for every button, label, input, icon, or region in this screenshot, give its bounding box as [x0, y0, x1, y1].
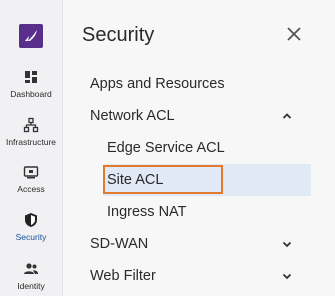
- rail-item-label: Access: [17, 184, 45, 194]
- menu-item-web-filter[interactable]: Web Filter: [63, 260, 335, 292]
- rail-item-infrastructure[interactable]: Infrastructure: [0, 117, 62, 147]
- logo-icon: [25, 30, 37, 41]
- rail-item-identity[interactable]: Identity: [0, 261, 62, 291]
- shield-icon: [25, 213, 37, 227]
- menu-item-ingress-nat[interactable]: Ingress NAT: [63, 196, 335, 228]
- left-nav-rail: Dashboard Infrastructure Access Security: [0, 0, 63, 296]
- menu-item-label: Apps and Resources: [90, 76, 225, 92]
- menu-item-label: Network ACL: [90, 108, 175, 124]
- rail-item-access[interactable]: Access: [0, 164, 62, 194]
- rail-item-label: Security: [15, 232, 47, 242]
- rail-item-label: Identity: [17, 281, 45, 291]
- app-logo[interactable]: [19, 24, 43, 48]
- close-icon[interactable]: [286, 26, 302, 42]
- menu-item-label: SD-WAN: [90, 236, 149, 252]
- menu-item-label: Ingress NAT: [107, 204, 187, 220]
- rail-item-label: Dashboard: [10, 89, 52, 99]
- infrastructure-icon: [23, 117, 39, 133]
- menu-item-apps-and-resources[interactable]: Apps and Resources: [63, 68, 335, 100]
- menu-item-label: Edge Service ACL: [107, 140, 225, 156]
- menu-item-network-acl[interactable]: Network ACL: [63, 100, 335, 132]
- security-menu-panel: Security Apps and Resources Network ACL …: [63, 0, 335, 296]
- dashboard-icon: [25, 71, 37, 83]
- menu-item-sd-wan[interactable]: SD-WAN: [63, 228, 335, 260]
- chevron-down-icon: [282, 241, 292, 248]
- rail-item-security[interactable]: Security: [0, 212, 62, 242]
- chevron-up-icon: [282, 113, 292, 119]
- chevron-down-icon: [282, 273, 292, 280]
- access-icon: [23, 166, 39, 179]
- rail-item-label: Infrastructure: [5, 137, 57, 147]
- rail-item-dashboard[interactable]: Dashboard: [0, 69, 62, 99]
- focus-highlight: [103, 165, 223, 194]
- menu-item-label: Web Filter: [90, 268, 156, 284]
- identity-icon: [24, 263, 38, 274]
- panel-title: Security: [82, 24, 155, 46]
- menu-item-edge-service-acl[interactable]: Edge Service ACL: [63, 132, 335, 164]
